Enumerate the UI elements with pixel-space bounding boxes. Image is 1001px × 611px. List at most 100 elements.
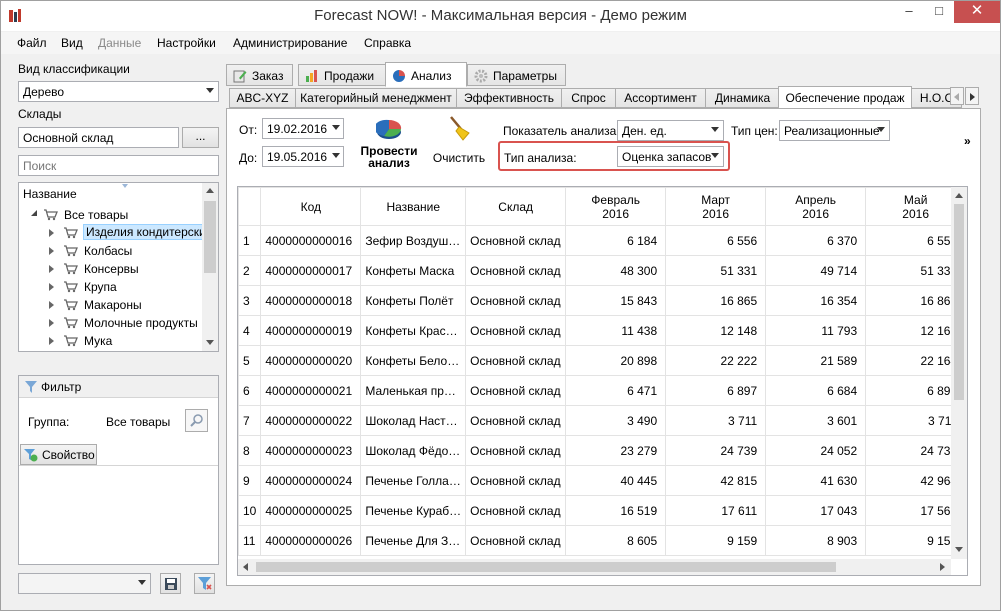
expand-icon[interactable] — [49, 265, 54, 273]
name-cell[interactable]: Конфеты Маска — [360, 255, 467, 286]
feb-value-cell[interactable]: 6 471 — [565, 375, 667, 406]
subtab-efficiency[interactable]: Эффективность — [456, 88, 562, 108]
apr-value-cell[interactable]: 21 589 — [765, 345, 867, 376]
tree-item-pasta[interactable]: Макароны — [19, 296, 203, 314]
name-cell[interactable]: Шоколад Наст… — [360, 405, 467, 436]
warehouse-cell[interactable]: Основной склад — [465, 525, 567, 556]
column-header-apr-2016[interactable]: Апрель 2016 — [765, 187, 867, 226]
tree-header[interactable]: Название — [23, 187, 77, 201]
table-row[interactable]: 10 4000000000025 Печенье Кураб… Основной ск… — [238, 495, 967, 526]
mar-value-cell[interactable]: 3 711 — [665, 405, 767, 436]
apr-value-cell[interactable]: 49 714 — [765, 255, 867, 286]
to-date-picker[interactable]: 19.05.2016 — [262, 146, 344, 167]
warehouse-cell[interactable]: Основной склад — [465, 345, 567, 376]
scroll-left-icon[interactable] — [243, 563, 248, 571]
tree-item-cereals[interactable]: Крупа — [19, 278, 203, 296]
scroll-up-icon[interactable] — [206, 188, 214, 193]
expand-icon[interactable] — [49, 337, 54, 345]
row-number-cell[interactable]: 10 — [238, 495, 262, 526]
scroll-thumb[interactable] — [204, 201, 216, 273]
code-cell[interactable]: 4000000000026 — [260, 525, 362, 556]
save-filter-button[interactable] — [160, 573, 181, 594]
apr-value-cell[interactable]: 6 370 — [765, 225, 867, 256]
search-input[interactable] — [18, 155, 219, 176]
column-header-name[interactable]: Название — [360, 187, 467, 226]
code-cell[interactable]: 4000000000025 — [260, 495, 362, 526]
code-cell[interactable]: 4000000000024 — [260, 465, 362, 496]
warehouse-cell[interactable]: Основной склад — [465, 405, 567, 436]
warehouse-cell[interactable]: Основной склад — [465, 435, 567, 466]
name-cell[interactable]: Печенье Кураб… — [360, 495, 467, 526]
warehouse-cell[interactable]: Основной склад — [465, 255, 567, 286]
apr-value-cell[interactable]: 3 601 — [765, 405, 867, 436]
warehouse-cell[interactable]: Основной склад — [465, 285, 567, 316]
row-number-cell[interactable]: 6 — [238, 375, 262, 406]
column-header-rownum[interactable] — [238, 187, 262, 226]
name-cell[interactable]: Печенье Голла… — [360, 465, 467, 496]
property-button[interactable]: Свойство — [20, 444, 97, 465]
table-row[interactable]: 1 4000000000016 Зефир Воздуш… Основной скла… — [238, 225, 967, 256]
warehouse-field[interactable]: Основной склад — [18, 127, 179, 148]
apr-value-cell[interactable]: 8 903 — [765, 525, 867, 556]
feb-value-cell[interactable]: 15 843 — [565, 285, 667, 316]
grid-vertical-scrollbar[interactable] — [951, 187, 967, 559]
column-header-warehouse[interactable]: Склад — [465, 187, 567, 226]
column-header-code[interactable]: Код — [260, 187, 362, 226]
expand-icon[interactable] — [49, 301, 54, 309]
feb-value-cell[interactable]: 11 438 — [565, 315, 667, 346]
code-cell[interactable]: 4000000000016 — [260, 225, 362, 256]
column-header-mar-2016[interactable]: Март 2016 — [665, 187, 767, 226]
row-number-cell[interactable]: 11 — [238, 525, 262, 556]
tab-analysis[interactable]: Анализ — [385, 62, 467, 87]
name-cell[interactable]: Конфеты Крас… — [360, 315, 467, 346]
name-cell[interactable]: Печенье Для З… — [360, 525, 467, 556]
mar-value-cell[interactable]: 24 739 — [665, 435, 767, 466]
subtab-dynamics[interactable]: Динамика — [705, 88, 780, 108]
name-cell[interactable]: Маленькая пр… — [360, 375, 467, 406]
indicator-select[interactable]: Ден. ед. — [617, 120, 724, 141]
code-cell[interactable]: 4000000000023 — [260, 435, 362, 466]
menu-file[interactable]: Файл — [17, 36, 47, 50]
warehouse-cell[interactable]: Основной склад — [465, 465, 567, 496]
menu-help[interactable]: Справка — [364, 36, 411, 50]
table-row[interactable]: 11 4000000000026 Печенье Для З… Основной ск… — [238, 525, 967, 556]
mar-value-cell[interactable]: 22 222 — [665, 345, 767, 376]
row-number-cell[interactable]: 9 — [238, 465, 262, 496]
apr-value-cell[interactable]: 24 052 — [765, 435, 867, 466]
tree-item-confectionery[interactable]: Изделия кондитерски — [19, 224, 209, 242]
table-row[interactable]: 8 4000000000023 Шоколад Фёдо… Основной скла… — [238, 435, 967, 466]
subtab-scroll-left[interactable] — [950, 87, 964, 105]
table-row[interactable]: 5 4000000000020 Конфеты Бело… Основной скла… — [238, 345, 967, 376]
price-type-select[interactable]: Реализационные — [779, 120, 890, 141]
menu-administration[interactable]: Администрирование — [233, 36, 347, 50]
scroll-thumb[interactable] — [256, 562, 836, 572]
tab-parameters[interactable]: Параметры — [467, 64, 566, 86]
table-row[interactable]: 3 4000000000018 Конфеты Полёт Основной скла… — [238, 285, 967, 316]
scroll-right-icon[interactable] — [940, 563, 945, 571]
mar-value-cell[interactable]: 9 159 — [665, 525, 767, 556]
tree-item-canned[interactable]: Консервы — [19, 260, 203, 278]
column-header-feb-2016[interactable]: Февраль 2016 — [565, 187, 667, 226]
subtab-demand[interactable]: Спрос — [561, 88, 616, 108]
minimize-button[interactable]: – — [894, 1, 924, 23]
subtab-abc-xyz[interactable]: ABC-XYZ — [229, 88, 296, 108]
code-cell[interactable]: 4000000000021 — [260, 375, 362, 406]
name-cell[interactable]: Конфеты Полёт — [360, 285, 467, 316]
name-cell[interactable]: Шоколад Фёдо… — [360, 435, 467, 466]
warehouse-cell[interactable]: Основной склад — [465, 315, 567, 346]
menu-view[interactable]: Вид — [61, 36, 83, 50]
mar-value-cell[interactable]: 51 331 — [665, 255, 767, 286]
tree-item-sausages[interactable]: Колбасы — [19, 242, 203, 260]
tree-item-flour[interactable]: Мука — [19, 332, 203, 350]
subtab-category-management[interactable]: Категорийный менеджмент — [295, 88, 457, 108]
table-row[interactable]: 7 4000000000022 Шоколад Наст… Основной скла… — [238, 405, 967, 436]
warehouse-cell[interactable]: Основной склад — [465, 375, 567, 406]
mar-value-cell[interactable]: 42 815 — [665, 465, 767, 496]
more-options-button[interactable]: » — [964, 134, 971, 148]
run-analysis-button[interactable]: Провести анализ — [356, 115, 422, 173]
row-number-cell[interactable]: 3 — [238, 285, 262, 316]
name-cell[interactable]: Конфеты Бело… — [360, 345, 467, 376]
mar-value-cell[interactable]: 17 611 — [665, 495, 767, 526]
expand-icon[interactable] — [49, 283, 54, 291]
feb-value-cell[interactable]: 20 898 — [565, 345, 667, 376]
